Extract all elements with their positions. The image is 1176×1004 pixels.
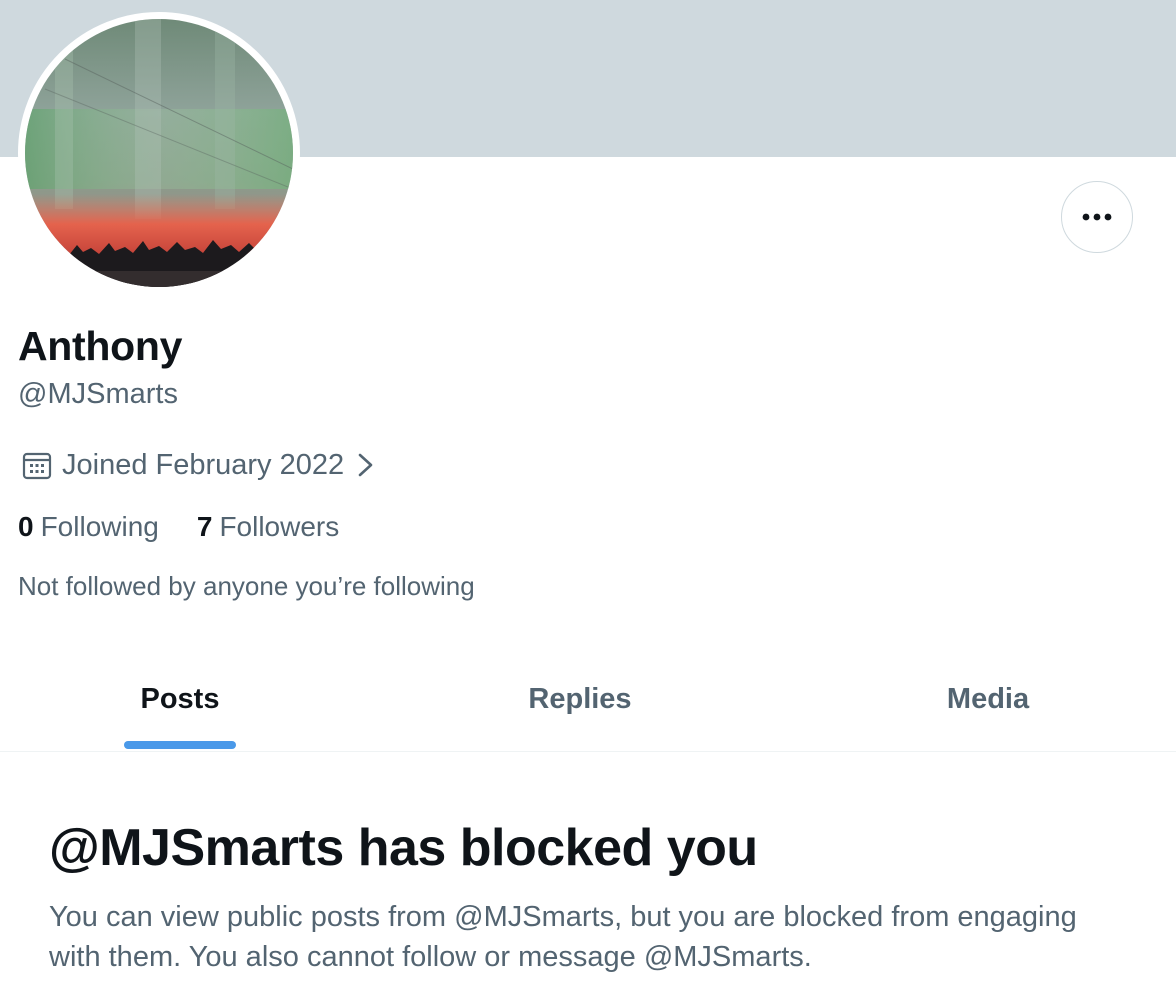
joined-date-row[interactable]: Joined February 2022 [21, 446, 376, 484]
following-label: Following [40, 511, 159, 542]
profile-page: Anthony @MJSmarts Joined February 2022 0… [0, 0, 1176, 1004]
active-tab-indicator [124, 741, 236, 749]
joined-date: Joined February 2022 [62, 448, 345, 481]
tab-media[interactable]: Media [800, 648, 1176, 751]
follow-stats: 0 Following 7 Followers [18, 511, 339, 543]
display-name: Anthony [18, 323, 183, 369]
followers-label: Followers [219, 511, 340, 542]
profile-tabs: Posts Replies Media [0, 648, 1176, 752]
chevron-right-icon [358, 453, 373, 477]
more-options-button[interactable] [1061, 181, 1133, 253]
followers-count: 7 [196, 511, 213, 542]
following-link[interactable]: 0 Following [18, 511, 159, 543]
tab-label: Replies [528, 683, 632, 715]
profile-avatar[interactable] [18, 12, 300, 294]
more-horizontal-icon [1082, 213, 1112, 221]
blocked-title: @MJSmarts has blocked you [49, 819, 758, 877]
tab-replies[interactable]: Replies [360, 648, 800, 751]
tab-label: Posts [140, 683, 220, 715]
tab-posts[interactable]: Posts [0, 648, 360, 751]
profile-handle: @MJSmarts [18, 378, 178, 410]
avatar-aurora-image [25, 19, 293, 287]
calendar-icon [22, 452, 52, 480]
followers-link[interactable]: 7 Followers [197, 511, 339, 543]
blocked-message: You can view public posts from @MJSmarts… [49, 901, 1077, 973]
tab-label: Media [946, 683, 1030, 715]
following-count: 0 [18, 511, 34, 542]
not-followed-notice: Not followed by anyone you’re following [18, 571, 475, 601]
